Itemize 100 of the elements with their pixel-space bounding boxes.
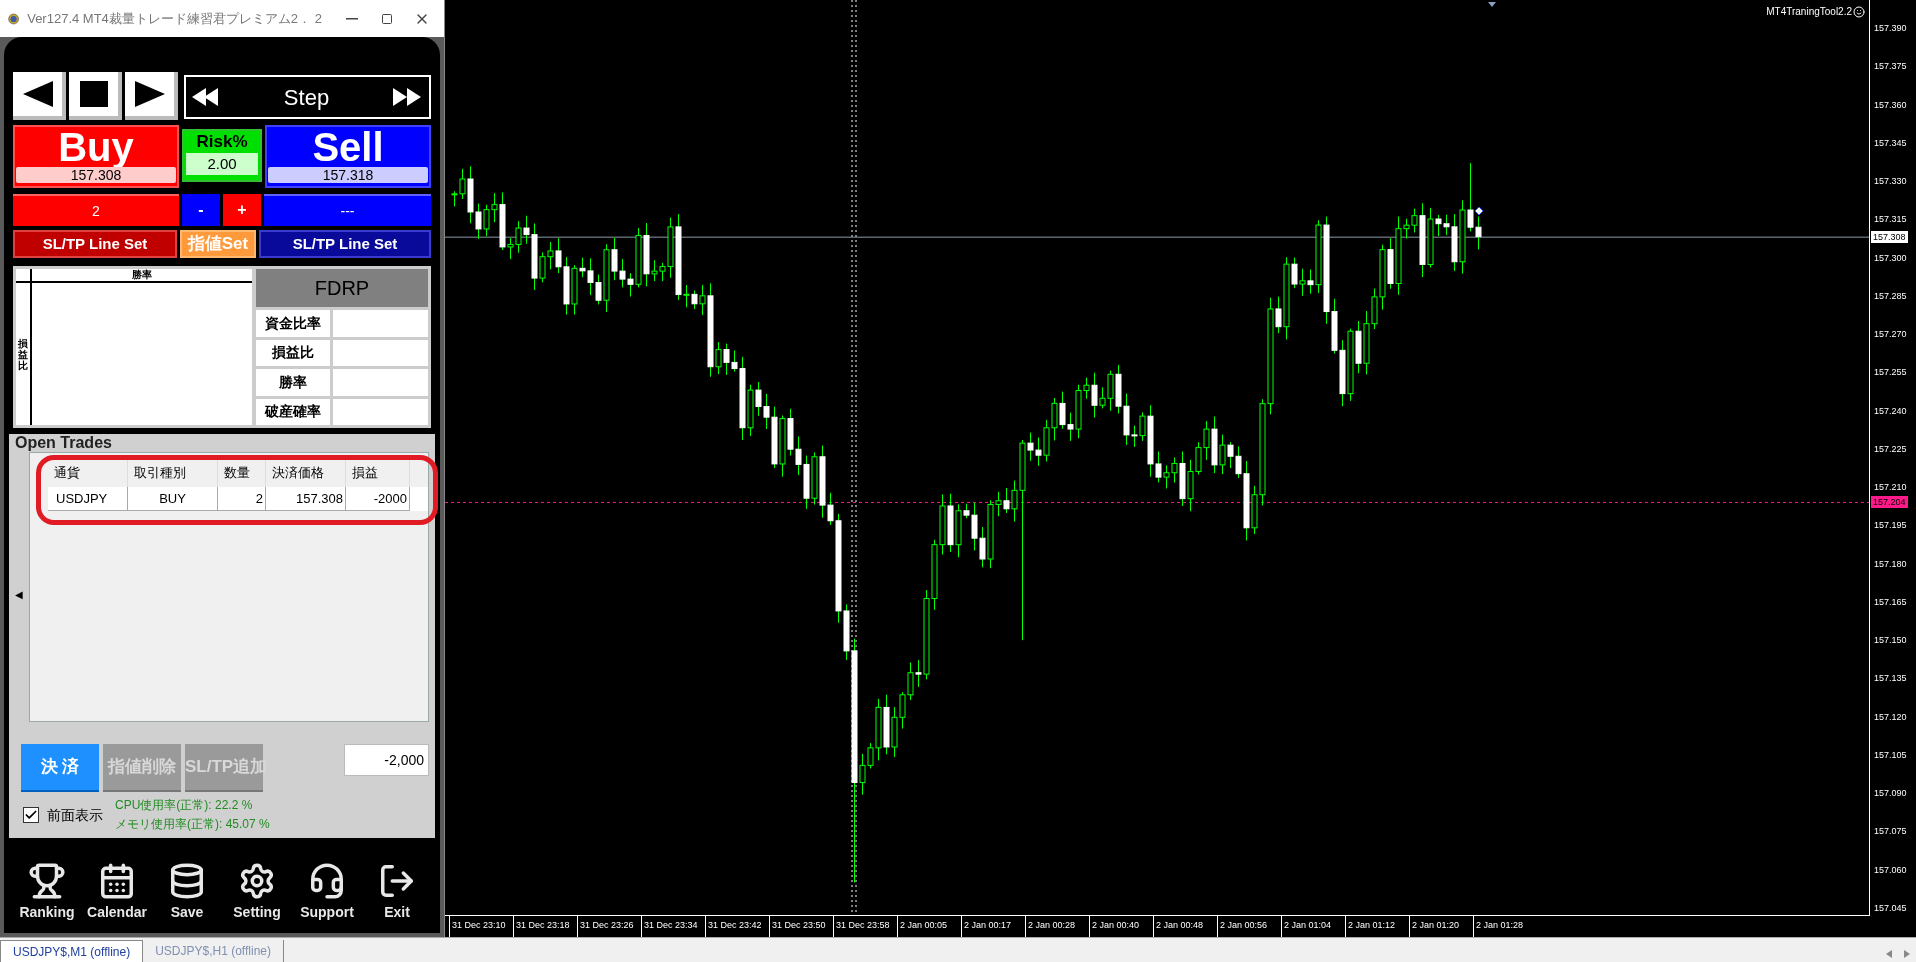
gear-icon bbox=[238, 862, 276, 900]
price-tick: 157.090 bbox=[1874, 787, 1907, 800]
time-label: 2 Jan 00:48 bbox=[1153, 916, 1217, 937]
step-label: Step bbox=[283, 83, 330, 112]
time-label: 31 Dec 23:50 bbox=[769, 916, 833, 937]
price-tick: 157.195 bbox=[1874, 519, 1907, 532]
price-tick: 157.135 bbox=[1874, 672, 1907, 685]
time-label: 2 Jan 01:04 bbox=[1281, 916, 1345, 937]
price-tick: 157.060 bbox=[1874, 863, 1907, 876]
time-label: 2 Jan 00:17 bbox=[961, 916, 1025, 937]
risk-label: Risk% bbox=[196, 131, 248, 153]
plus-button[interactable]: + bbox=[223, 194, 261, 226]
left-triangle-icon bbox=[22, 81, 53, 107]
toolbar-button[interactable]: Exit bbox=[365, 862, 429, 923]
price-tick: 157.255 bbox=[1874, 366, 1907, 379]
time-label: 2 Jan 00:40 bbox=[1089, 916, 1153, 937]
window-title: Ver127.4 MT4裁量トレード練習君プレミアム2． 2 bbox=[27, 9, 322, 28]
buy-button[interactable]: Buy 157.308 bbox=[13, 125, 179, 188]
price-tick: 157.120 bbox=[1874, 710, 1907, 723]
collapse-arrow[interactable]: ◀ bbox=[15, 587, 23, 602]
price-tick: 157.240 bbox=[1874, 404, 1907, 417]
toolbar-button[interactable]: Setting bbox=[225, 862, 289, 923]
rewind-icon[interactable] bbox=[192, 88, 220, 106]
sell-lot-field[interactable]: --- bbox=[264, 194, 431, 226]
price-tick: 157.225 bbox=[1874, 442, 1907, 455]
price-tick: 157.390 bbox=[1874, 22, 1907, 34]
trophy-icon bbox=[28, 862, 66, 900]
sell-price: 157.318 bbox=[268, 167, 428, 183]
minus-button[interactable]: - bbox=[182, 194, 220, 226]
fast-forward-icon[interactable] bbox=[393, 88, 423, 106]
play-button[interactable] bbox=[125, 72, 178, 120]
time-label: 31 Dec 23:42 bbox=[705, 916, 769, 937]
time-label: 2 Jan 00:28 bbox=[1025, 916, 1089, 937]
line-set-button[interactable]: SL/TP Line Set bbox=[259, 230, 431, 258]
price-tick: 157.045 bbox=[1874, 902, 1907, 914]
minimize-icon bbox=[345, 17, 358, 20]
time-label: 31 Dec 23:34 bbox=[641, 916, 705, 937]
database-icon bbox=[168, 862, 206, 900]
total-field[interactable]: -2,000 bbox=[344, 744, 429, 776]
chart-tab[interactable]: USDJPY$,M1 (offline) bbox=[0, 940, 144, 962]
open-trades-title: Open Trades bbox=[15, 434, 113, 452]
price-tick: 157.345 bbox=[1874, 136, 1907, 149]
price-tick: 157.330 bbox=[1874, 175, 1907, 188]
stat-label: 資金比率 bbox=[256, 310, 330, 337]
price-tick: 157.165 bbox=[1874, 595, 1907, 608]
always-on-top-label: 前面表示 bbox=[47, 805, 103, 825]
risk-value[interactable]: 2.00 bbox=[186, 153, 258, 175]
table-cell: USDJPY bbox=[48, 487, 128, 511]
time-label: 31 Dec 23:26 bbox=[577, 916, 641, 937]
toolbar-button[interactable]: Save bbox=[155, 862, 219, 923]
time-label: 31 Dec 23:58 bbox=[833, 916, 897, 937]
exit-icon bbox=[378, 862, 416, 900]
price-tick: 157.150 bbox=[1874, 634, 1907, 647]
stat-label: 損益比 bbox=[256, 339, 330, 366]
scroll-marker-icon[interactable] bbox=[1488, 2, 1496, 7]
price-tick: 157.375 bbox=[1874, 60, 1907, 73]
price-tick: 157.360 bbox=[1874, 98, 1907, 111]
price-tick: 157.285 bbox=[1874, 289, 1907, 302]
time-label: 2 Jan 01:12 bbox=[1345, 916, 1409, 937]
toolbar-button[interactable]: Ranking bbox=[15, 862, 79, 923]
stat-label: 勝率 bbox=[256, 369, 330, 396]
price-tick: 157.105 bbox=[1874, 748, 1907, 761]
usage-text: メモリ使用率(正常): 45.07 % bbox=[115, 816, 270, 833]
calendar-icon bbox=[98, 862, 136, 900]
time-label: 2 Jan 00:56 bbox=[1217, 916, 1281, 937]
tool-label: MT4TraningTool2.2 bbox=[1766, 5, 1852, 19]
sell-button[interactable]: Sell 157.318 bbox=[265, 125, 431, 188]
fdrp-header: FDRP bbox=[256, 269, 428, 307]
line-set-button[interactable]: SL/TP Line Set bbox=[13, 230, 177, 258]
price-tick: 157.075 bbox=[1874, 825, 1907, 838]
table-cell: BUY bbox=[128, 487, 218, 511]
price-tick: 157.210 bbox=[1874, 481, 1907, 494]
price-tick: 157.180 bbox=[1874, 557, 1907, 570]
usage-text: CPU使用率(正常): 22.2 % bbox=[115, 797, 254, 814]
matrix-y-label: 損益比 bbox=[18, 337, 28, 371]
price-tick: 157.300 bbox=[1874, 251, 1907, 264]
matrix-x-label: 勝率 bbox=[131, 269, 153, 281]
time-label: 2 Jan 00:05 bbox=[897, 916, 961, 937]
bid-price-tag: 157.308 bbox=[1871, 231, 1908, 244]
toolbar-button[interactable]: Support bbox=[295, 862, 359, 923]
stop-icon bbox=[79, 81, 108, 107]
buy-price: 157.308 bbox=[16, 167, 176, 183]
right-triangle-icon bbox=[134, 81, 165, 107]
maximize-icon bbox=[380, 12, 393, 25]
price-tick: 157.315 bbox=[1874, 213, 1907, 226]
always-on-top-checkbox[interactable] bbox=[23, 807, 39, 823]
time-label: 31 Dec 23:10 bbox=[449, 916, 513, 937]
time-label: 2 Jan 01:20 bbox=[1409, 916, 1473, 937]
headset-icon bbox=[308, 862, 346, 900]
order-price-tag: 157.204 bbox=[1871, 496, 1908, 509]
table-cell: 2 bbox=[218, 487, 266, 511]
table-cell: -2000 bbox=[346, 487, 410, 511]
buy-lot-field[interactable]: 2 bbox=[13, 194, 179, 226]
time-label: 31 Dec 23:18 bbox=[513, 916, 577, 937]
stop-button[interactable] bbox=[69, 72, 122, 120]
toolbar-button[interactable]: Calendar bbox=[85, 862, 149, 923]
play-back-button[interactable] bbox=[13, 72, 66, 120]
time-label: 2 Jan 01:28 bbox=[1473, 916, 1537, 937]
table-cell: 157.308 bbox=[266, 487, 346, 511]
price-tick: 157.270 bbox=[1874, 328, 1907, 341]
